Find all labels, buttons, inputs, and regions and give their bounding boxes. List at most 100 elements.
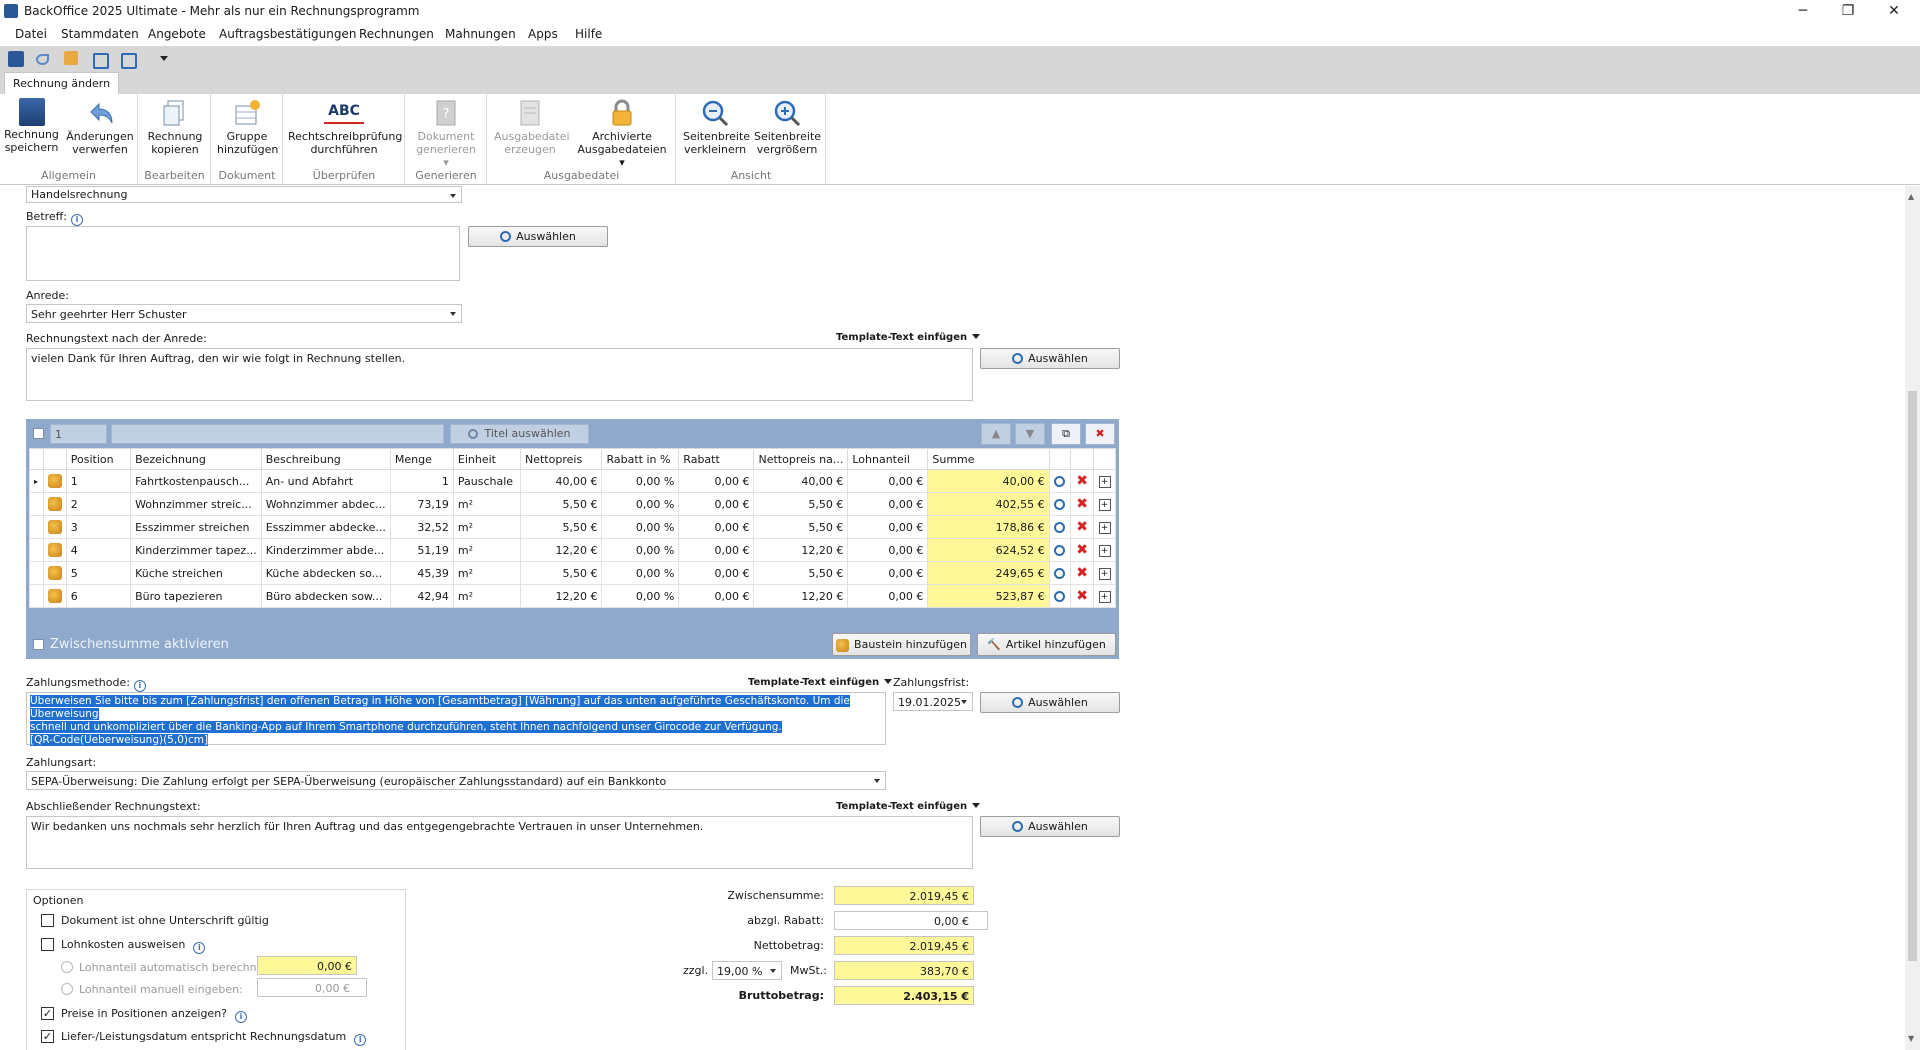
cell-summe[interactable]: 624,52 € — [927, 538, 1050, 562]
cell-summe[interactable]: 249,65 € — [927, 561, 1050, 585]
copy-invoice-button[interactable]: Rechnung kopieren — [145, 98, 205, 156]
row-action-cell[interactable] — [1048, 584, 1072, 608]
delete-group-button[interactable]: ✖ — [1085, 423, 1115, 445]
row-action-cell[interactable]: ✖ — [1070, 515, 1095, 539]
cell-einheit[interactable]: m² — [452, 492, 522, 516]
close-button[interactable]: ✕ — [1871, 0, 1917, 22]
labor-manual-radio[interactable] — [61, 983, 73, 995]
expand-row-icon[interactable]: + — [1098, 521, 1111, 534]
cell-pos[interactable]: 4 — [65, 538, 132, 562]
row-action-cell[interactable]: + — [1093, 584, 1116, 608]
info-icon[interactable]: i — [354, 1034, 367, 1046]
increase-page-width-button[interactable]: Seitenbreite vergrößern — [754, 98, 821, 156]
col-nettopreis[interactable]: Nettopreis — [519, 448, 603, 470]
cell-lohn[interactable]: 0,00 € — [847, 584, 929, 608]
delete-row-icon[interactable]: ✖ — [1075, 589, 1089, 603]
payment-select-button[interactable]: Auswählen — [980, 692, 1120, 713]
select-all-checkbox[interactable] — [33, 428, 44, 439]
expand-row-icon[interactable]: + — [1098, 544, 1111, 557]
cell-lohn[interactable]: 0,00 € — [847, 515, 929, 539]
cell-menge[interactable]: 42,94 — [389, 584, 454, 608]
cell-netto[interactable]: 5,50 € — [519, 515, 603, 539]
payment-deadline-date[interactable]: 19.01.2025 — [893, 692, 973, 711]
info-icon[interactable]: i — [70, 214, 83, 226]
row-action-cell[interactable]: + — [1093, 515, 1116, 539]
create-output-file-button[interactable]: Ausgabedatei erzeugen — [494, 98, 570, 156]
row-action-cell[interactable] — [1048, 515, 1072, 539]
scroll-up-arrow[interactable]: ▲ — [1908, 192, 1914, 201]
info-icon[interactable]: i — [193, 942, 206, 954]
betreff-select-button[interactable]: Auswählen — [468, 226, 608, 247]
delete-row-icon[interactable]: ✖ — [1075, 520, 1089, 534]
cell-menge[interactable]: 1 — [389, 469, 454, 493]
cell-menge[interactable]: 45,39 — [389, 561, 454, 585]
search-row-icon[interactable] — [1054, 568, 1066, 579]
table-row[interactable]: 4 Kinderzimmer tapez... Kinderzimmer abde.… — [29, 538, 1116, 562]
cell-rabp[interactable]: 0,00 % — [601, 469, 680, 493]
table-row[interactable]: 6 Büro tapezieren Büro abdecken sow... 42,9… — [29, 584, 1116, 608]
betreff-textarea[interactable] — [26, 226, 460, 281]
template-text-insert-2[interactable]: Template-Text einfügen — [748, 677, 892, 688]
cell-rab[interactable]: 0,00 € — [678, 492, 755, 516]
cell-menge[interactable]: 73,19 — [389, 492, 454, 516]
col-menge[interactable]: Menge — [389, 448, 454, 470]
save-icon[interactable] — [8, 51, 24, 67]
generate-document-button[interactable]: ? Dokument generieren ▾ — [414, 98, 478, 169]
select-title-button[interactable]: Titel auswählen — [450, 424, 589, 444]
cell-bez[interactable]: Wohnzimmer streic... — [130, 492, 262, 516]
expand-row-icon[interactable]: + — [1098, 590, 1111, 603]
cell-pos[interactable]: 2 — [65, 492, 132, 516]
subtotal-checkbox[interactable] — [33, 639, 44, 650]
labor-manual-value[interactable]: 0,00 € — [257, 978, 367, 997]
cell-netto[interactable]: 5,50 € — [519, 492, 603, 516]
anrede-select[interactable]: Sehr geehrter Herr Schuster — [26, 304, 462, 323]
cell-bez[interactable]: Esszimmer streichen — [130, 515, 262, 539]
row-action-cell[interactable]: ✖ — [1070, 492, 1095, 516]
table-row[interactable]: 2 Wohnzimmer streic... Wohnzimmer abdec...… — [29, 492, 1116, 516]
cell-lohn[interactable]: 0,00 € — [847, 538, 929, 562]
cell-netto[interactable]: 12,20 € — [519, 538, 603, 562]
cell-pos[interactable]: 6 — [65, 584, 132, 608]
labor-auto-radio[interactable] — [61, 961, 73, 973]
cell-rabp[interactable]: 0,00 % — [601, 538, 680, 562]
col-position[interactable]: Position — [65, 448, 132, 470]
scroll-down-arrow[interactable]: ▼ — [1908, 1034, 1914, 1043]
option-show-prices-checkbox[interactable]: ✓ — [41, 1007, 54, 1020]
search-row-icon[interactable] — [1054, 591, 1066, 602]
row-action-cell[interactable]: + — [1093, 538, 1116, 562]
cell-pos[interactable]: 3 — [65, 515, 132, 539]
menu-mahnungen[interactable]: Mahnungen — [445, 27, 516, 41]
col-beschreibung[interactable]: Beschreibung — [260, 448, 391, 470]
vat-rate-select[interactable]: 19,00 % — [712, 961, 782, 980]
cell-besch[interactable]: An- und Abfahrt — [260, 469, 391, 493]
row-action-cell[interactable] — [1048, 469, 1072, 493]
cell-einheit[interactable]: m² — [452, 584, 522, 608]
cell-besch[interactable]: Küche abdecken so... — [260, 561, 391, 585]
save-invoice-button[interactable]: Rechnung speichern — [4, 98, 59, 154]
group-title-field[interactable] — [111, 424, 444, 444]
cell-rab[interactable]: 0,00 € — [678, 584, 755, 608]
cell-bez[interactable]: Küche streichen — [130, 561, 262, 585]
zoom-in-icon[interactable] — [121, 53, 137, 69]
search-row-icon[interactable] — [1054, 476, 1066, 487]
cell-nettona[interactable]: 5,50 € — [753, 561, 849, 585]
text-after-anrede-textarea[interactable]: vielen Dank für Ihren Auftrag, den wir w… — [26, 348, 973, 401]
add-block-button[interactable]: Baustein hinzufügen — [832, 633, 971, 656]
row-action-cell[interactable]: + — [1093, 469, 1116, 493]
text-after-select-button[interactable]: Auswählen — [980, 348, 1120, 369]
col-rabatt-prozent[interactable]: Rabatt in % — [601, 448, 680, 470]
col-nettopreis-nach-rabatt[interactable]: Nettopreis na... — [753, 448, 849, 470]
move-down-button[interactable]: ▼ — [1015, 423, 1045, 445]
row-action-cell[interactable]: ✖ — [1070, 469, 1095, 493]
decrease-page-width-button[interactable]: Seitenbreite verkleinern — [683, 98, 750, 156]
cell-nettona[interactable]: 12,20 € — [753, 538, 849, 562]
row-action-cell[interactable]: ✖ — [1070, 584, 1095, 608]
cell-summe[interactable]: 40,00 € — [927, 469, 1050, 493]
option-delivery-date-checkbox[interactable]: ✓ — [41, 1030, 54, 1043]
copy-group-button[interactable]: ⧉ — [1051, 423, 1081, 445]
delete-row-icon[interactable]: ✖ — [1075, 474, 1089, 488]
cell-rabp[interactable]: 0,00 % — [601, 492, 680, 516]
cell-menge[interactable]: 32,52 — [389, 515, 454, 539]
row-action-cell[interactable]: + — [1093, 561, 1116, 585]
cell-rab[interactable]: 0,00 € — [678, 561, 755, 585]
